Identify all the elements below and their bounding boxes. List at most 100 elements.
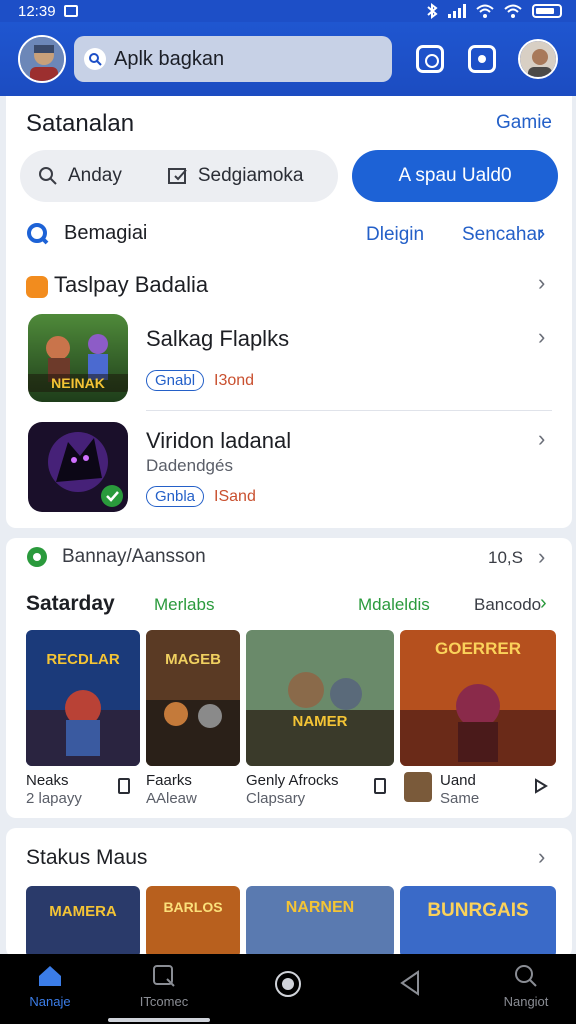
home-icon xyxy=(39,966,61,986)
game-cover-3[interactable]: NAMER xyxy=(246,630,394,766)
chevron-right-icon[interactable]: › xyxy=(538,544,545,570)
status-right xyxy=(426,3,562,19)
chevron-right-icon[interactable]: › xyxy=(538,270,545,296)
gamie-link[interactable]: Gamie xyxy=(496,112,552,134)
item-1-extra: I3ond xyxy=(214,372,255,389)
top-panel: Satanalan Gamie Anday Sedgiamoka A spau … xyxy=(6,96,572,528)
game-cover-4[interactable]: GOERRER xyxy=(400,630,556,766)
game-4-sub: Same xyxy=(440,790,480,807)
bottom-cover-4[interactable]: BUNRGAIS xyxy=(400,886,556,958)
chevron-right-icon[interactable]: › xyxy=(538,426,545,452)
bottom-section-title: Stakus Maus xyxy=(26,846,148,869)
bookmark-icon[interactable] xyxy=(374,778,386,794)
bottom-cover-3[interactable]: NARNEN xyxy=(246,886,394,958)
cover-4-text: GOERRER xyxy=(435,639,521,658)
mid-title: Satarday xyxy=(26,592,115,615)
wifi-icon xyxy=(476,4,494,18)
chat-icon[interactable] xyxy=(416,45,444,73)
list-section-title: Taslpay Badalia xyxy=(54,272,209,297)
tab-merlabs[interactable]: Merlabs xyxy=(154,595,214,615)
nav-record[interactable] xyxy=(238,970,338,1004)
search-icon xyxy=(39,167,57,185)
section-title: Satanalan xyxy=(26,110,135,137)
home-indicator[interactable] xyxy=(108,1018,210,1022)
thumb-1-text: NEINAK xyxy=(51,375,105,391)
action-button[interactable]: A spau Uald0 xyxy=(352,150,558,202)
edit-box-icon xyxy=(167,168,187,184)
game-4-title: Uand xyxy=(440,772,476,789)
bottom-cover-2[interactable]: BARLOS xyxy=(146,886,240,958)
middle-panel: Bannay/Aansson 10,S › Satarday Merlabs M… xyxy=(6,538,572,818)
item-2-tag[interactable]: Gnbla xyxy=(146,486,205,507)
bottom-art-3: NARNEN xyxy=(246,886,394,958)
play-icon[interactable] xyxy=(534,778,548,794)
nav-home[interactable]: Nanaje xyxy=(0,964,100,1009)
filter-1[interactable]: Anday xyxy=(38,165,122,187)
search-input[interactable]: Aplk bagkan xyxy=(74,36,392,82)
item-2-extra: ISand xyxy=(214,488,256,505)
filter-2[interactable]: Sedgiamoka xyxy=(167,165,304,187)
bottom-art-4: BUNRGAIS xyxy=(400,886,556,958)
divider xyxy=(146,410,552,411)
search-square-icon xyxy=(153,965,175,987)
item-1-title[interactable]: Salkag Flaplks xyxy=(146,326,289,352)
app-thumbnail-1[interactable]: NEINAK xyxy=(28,314,128,402)
game-1-sub: 2 lapayy xyxy=(26,790,82,807)
back-triangle-icon xyxy=(400,970,419,996)
chevron-right-icon[interactable]: › xyxy=(538,324,545,350)
record-icon xyxy=(275,971,301,997)
status-bar: 12:39 xyxy=(0,0,576,22)
search-icon xyxy=(84,48,106,70)
bottom-cover-4-text: BUNRGAIS xyxy=(427,900,528,921)
signal-icon xyxy=(448,4,466,18)
game-3-sub: Clapsary xyxy=(246,790,306,807)
item-1-tag[interactable]: Gnabl xyxy=(146,370,205,391)
camera-icon[interactable] xyxy=(468,45,496,73)
nav-nangiot[interactable]: Nangiot xyxy=(476,964,576,1009)
search-circle-icon xyxy=(27,223,49,245)
item-2-title[interactable]: Viridon ladanal xyxy=(146,428,291,454)
bottom-cover-1-text: MAMERA xyxy=(49,903,117,920)
bottom-panel: Stakus Maus › MAMERA BARLOS NARNEN BUNRG… xyxy=(6,828,572,958)
profile-icon xyxy=(520,41,556,77)
nav-nangiot-label: Nangiot xyxy=(503,994,549,1009)
status-time: 12:39 xyxy=(18,2,56,20)
cover-art-4: GOERRER xyxy=(400,630,556,766)
nav-itcomec[interactable]: ITcomec xyxy=(114,964,214,1009)
mini-avatar xyxy=(404,772,432,802)
chevron-right-icon[interactable]: › xyxy=(540,592,547,615)
game-2-title: Faarks xyxy=(146,772,192,789)
game-cover-2[interactable]: MAGEB xyxy=(146,630,240,766)
filter-2-label: Sedgiamoka xyxy=(197,165,304,186)
cover-art-3: NAMER xyxy=(246,630,394,766)
tab-bancodo[interactable]: Bancodo xyxy=(474,595,541,615)
chevron-right-icon[interactable]: › xyxy=(538,220,545,246)
item-2-subtitle: Dadendgés xyxy=(146,456,233,475)
game-1-title: Neaks xyxy=(26,772,69,789)
battery-icon xyxy=(532,4,562,18)
dleigin-link[interactable]: Dleigin xyxy=(366,224,424,246)
bottom-cover-2-text: BARLOS xyxy=(163,899,222,915)
search-icon xyxy=(515,965,537,987)
cover-2-text: MAGEB xyxy=(165,651,221,668)
filter-1-label: Anday xyxy=(68,165,122,186)
bottom-art-2: BARLOS xyxy=(146,886,240,958)
mid-header: Bannay/Aansson xyxy=(62,546,206,567)
filter-pill[interactable]: Anday Sedgiamoka xyxy=(20,150,338,202)
profile-avatar[interactable] xyxy=(518,39,558,79)
app-thumbnail-2[interactable] xyxy=(28,422,128,512)
nav-back[interactable] xyxy=(360,970,460,1002)
game-3-title: Genly Afrocks xyxy=(246,772,339,789)
sencahar-link[interactable]: Sencahar xyxy=(462,224,543,246)
game-cover-1[interactable]: RECDLAR xyxy=(26,630,140,766)
bluetooth-icon xyxy=(427,3,438,19)
avatar[interactable] xyxy=(18,35,66,83)
chevron-right-icon[interactable]: › xyxy=(538,844,545,870)
bookmark-icon[interactable] xyxy=(118,778,130,794)
nav-itcomec-label: ITcomec xyxy=(139,994,189,1009)
bottom-cover-1[interactable]: MAMERA xyxy=(26,886,140,958)
game-art-2 xyxy=(28,422,128,512)
game-art-1: NEINAK xyxy=(28,314,128,402)
status-left: 12:39 xyxy=(18,3,78,20)
tab-mdaleldis[interactable]: Mdaleldis xyxy=(358,595,430,615)
